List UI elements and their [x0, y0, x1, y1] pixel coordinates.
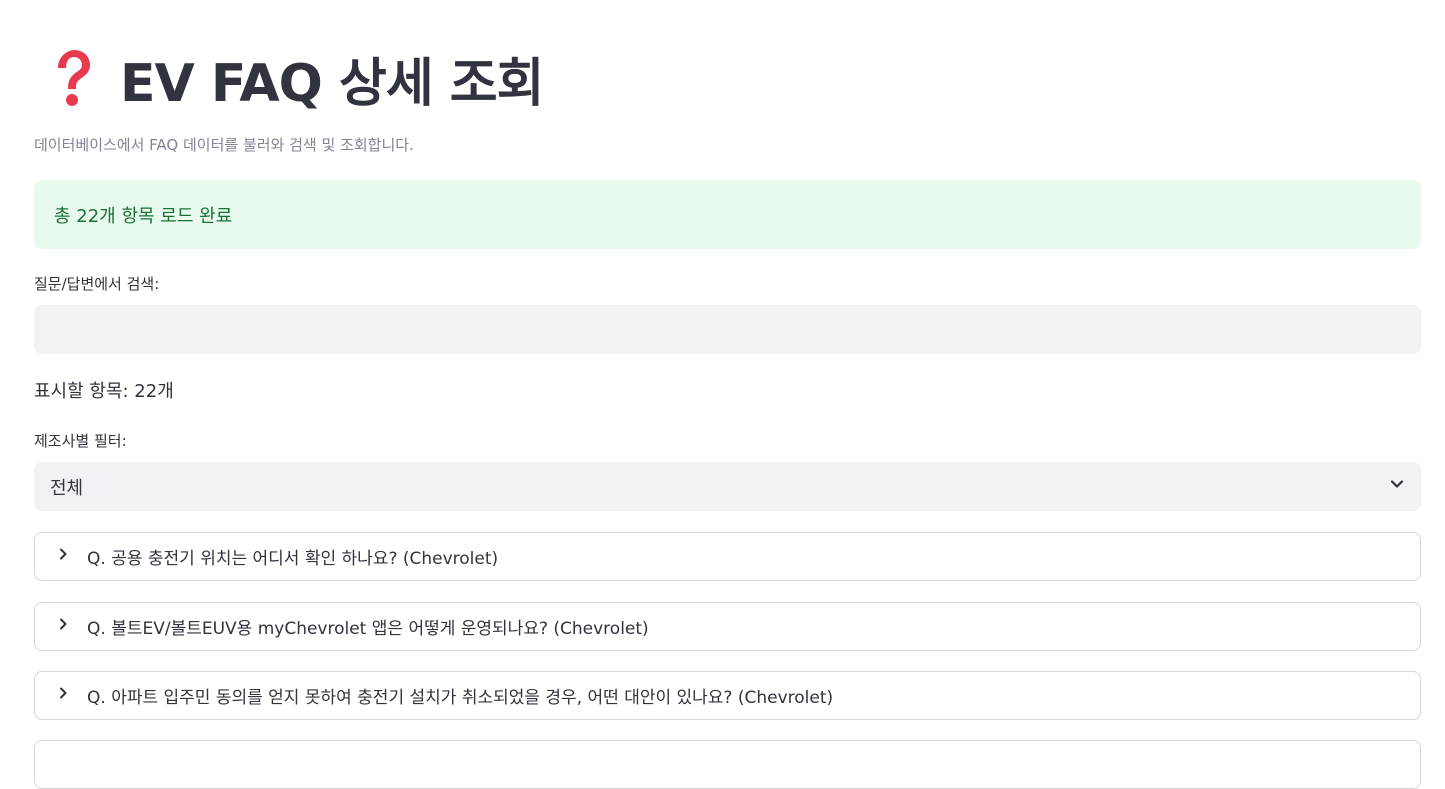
status-alert: 총 22개 항목 로드 완료 — [34, 180, 1421, 249]
status-message: 총 22개 항목 로드 완료 — [54, 205, 233, 227]
chevron-right-icon — [55, 616, 87, 637]
faq-expander[interactable]: Q. 아파트 입주민 동의를 얻지 못하여 충전기 설치가 취소되었을 경우, … — [34, 671, 1421, 720]
chevron-down-icon — [1389, 476, 1405, 497]
faq-question: Q. 아파트 입주민 동의를 얻지 못하여 충전기 설치가 취소되었을 경우, … — [87, 688, 834, 708]
faq-expander[interactable]: Q. 볼트EV/볼트EUV용 myChevrolet 앱은 어떻게 운영되나요?… — [34, 602, 1421, 651]
display-count: 표시할 항목: 22개 — [34, 381, 174, 402]
faq-expander[interactable] — [34, 740, 1421, 789]
page-caption: 데이터베이스에서 FAQ 데이터를 불러와 검색 및 조회합니다. — [34, 136, 414, 154]
faq-question: Q. 공용 충전기 위치는 어디서 확인 하나요? (Chevrolet) — [87, 549, 499, 569]
faq-question: Q. 볼트EV/볼트EUV용 myChevrolet 앱은 어떻게 운영되나요?… — [87, 619, 649, 639]
chevron-right-icon — [55, 685, 87, 706]
filter-label: 제조사별 필터: — [34, 432, 127, 450]
manufacturer-filter-select[interactable]: 전체 — [34, 462, 1421, 511]
red-question-mark-icon — [44, 46, 100, 110]
search-label: 질문/답변에서 검색: — [34, 275, 160, 293]
page-title: EV FAQ 상세 조회 — [120, 53, 544, 114]
search-input[interactable] — [34, 305, 1421, 354]
filter-selected-value: 전체 — [50, 477, 84, 499]
chevron-right-icon — [55, 546, 87, 567]
title-row: EV FAQ 상세 조회 — [44, 42, 544, 114]
faq-expander[interactable]: Q. 공용 충전기 위치는 어디서 확인 하나요? (Chevrolet) — [34, 532, 1421, 581]
